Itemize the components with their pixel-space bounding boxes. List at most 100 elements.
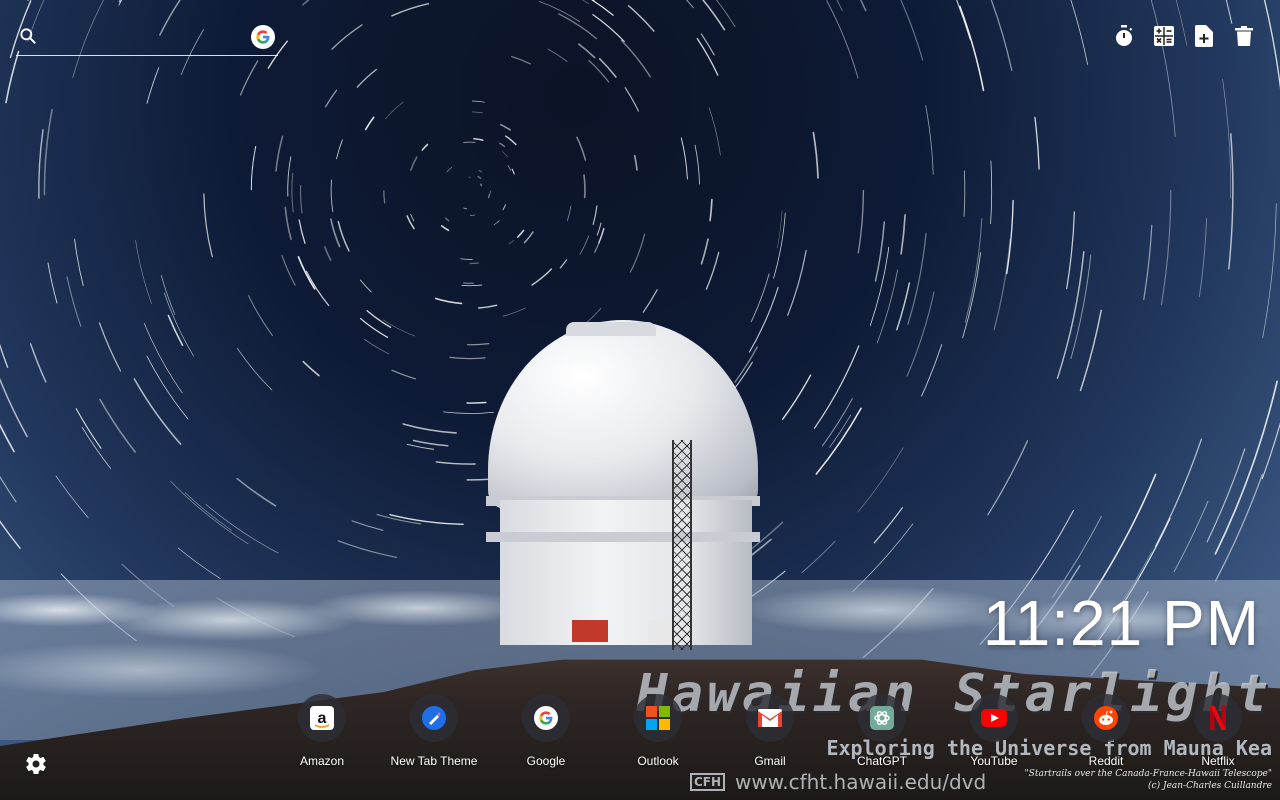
quick-link-label: New Tab Theme [390, 754, 478, 768]
timer-icon[interactable] [1112, 24, 1136, 48]
star-trail [501, 151, 509, 158]
star-trail [291, 172, 294, 213]
star-trail [98, 322, 122, 372]
star-trail [700, 238, 709, 265]
star-trail [477, 304, 498, 309]
star-trail [385, 101, 404, 120]
star-trail [700, 33, 715, 56]
quick-link-google[interactable]: Google [490, 694, 602, 768]
star-trail [236, 477, 277, 507]
star-trail [502, 307, 526, 317]
quick-link-reddit[interactable]: Reddit [1050, 694, 1162, 768]
star-trail [1056, 250, 1085, 379]
quick-link-gmail[interactable]: Gmail [714, 694, 826, 768]
star-trail [1198, 217, 1208, 298]
amazon-icon: a [310, 706, 334, 730]
trash-icon[interactable] [1232, 24, 1256, 48]
star-trail [74, 238, 84, 287]
star-trail [1214, 473, 1263, 582]
star-trail [581, 0, 590, 5]
star-trail [1070, 254, 1092, 359]
star-trail [583, 174, 586, 199]
settings-gear-icon[interactable] [24, 752, 48, 776]
quick-link-outlook[interactable]: Outlook [602, 694, 714, 768]
star-trail [633, 154, 638, 171]
search-icon[interactable] [18, 26, 38, 46]
star-trail [383, 190, 386, 204]
star-trail [135, 240, 152, 305]
calculator-icon[interactable] [1152, 24, 1176, 48]
toolbar [1112, 24, 1256, 48]
star-trail [708, 107, 721, 156]
quick-link-label: Gmail [754, 754, 786, 768]
star-trail [146, 67, 160, 104]
star-trail [500, 123, 511, 131]
star-trail [499, 142, 506, 148]
star-trail [987, 440, 1029, 516]
star-trail [523, 231, 534, 244]
star-trail [620, 39, 651, 78]
star-trail [331, 24, 363, 50]
star-trail [517, 229, 525, 238]
star-trail [466, 401, 487, 404]
star-trail [336, 139, 343, 160]
star-trail [360, 318, 389, 338]
quick-link-chatgpt[interactable]: ChatGPT [826, 694, 938, 768]
star-trail [337, 540, 398, 558]
observatory-dome [486, 320, 760, 650]
star-trail [787, 249, 807, 316]
star-trail [412, 439, 449, 447]
star-trail [1225, 0, 1233, 24]
quick-link-youtube[interactable]: YouTube [938, 694, 1050, 768]
microsoft-icon [646, 706, 670, 730]
star-trail [531, 268, 553, 286]
star-trail [203, 193, 213, 258]
svg-text:a: a [318, 710, 327, 727]
quick-link-label: Google [526, 754, 566, 768]
star-trail [627, 5, 655, 32]
quick-link-amazon[interactable]: a Amazon [266, 694, 378, 768]
star-trail [578, 43, 596, 59]
star-trail [1160, 189, 1172, 306]
star-trail [472, 111, 483, 114]
star-trail [302, 0, 310, 6]
star-trail [1261, 422, 1280, 480]
star-trail [505, 135, 517, 146]
wallpaper: Hawaiian Starlight Exploring the Univers… [0, 0, 1280, 800]
star-trail [163, 292, 194, 357]
star-trail [435, 461, 476, 465]
star-trail [389, 514, 464, 525]
star-trail [421, 143, 429, 151]
gmail-icon [758, 709, 782, 727]
star-trail [1066, 211, 1076, 290]
star-trail [0, 520, 21, 549]
star-trail [118, 0, 123, 6]
star-trail [1262, 203, 1277, 339]
quick-link-new-tab-theme[interactable]: New Tab Theme [378, 694, 490, 768]
search-input[interactable] [46, 26, 242, 50]
quick-link-label: ChatGPT [856, 754, 907, 768]
star-trail [461, 284, 483, 287]
google-icon[interactable] [251, 25, 275, 49]
star-trail [590, 0, 614, 16]
star-trail [1034, 116, 1040, 170]
star-trail [964, 218, 983, 323]
star-trail [302, 360, 320, 377]
star-trail [305, 270, 330, 307]
star-trail [471, 100, 485, 103]
star-trail [177, 547, 221, 579]
star-trail [874, 221, 886, 282]
reddit-icon [1094, 706, 1118, 730]
star-trail [1222, 78, 1232, 199]
star-trail [239, 60, 259, 96]
star-trail [434, 297, 463, 305]
star-trail [547, 48, 568, 62]
new-tab-theme-icon [422, 706, 446, 730]
new-note-icon[interactable] [1192, 24, 1216, 48]
star-trail [873, 507, 904, 544]
star-trail [66, 276, 82, 327]
quick-link-netflix[interactable]: Netflix [1162, 694, 1274, 768]
star-trail [324, 89, 338, 108]
star-trail [409, 156, 418, 171]
star-trail [460, 258, 473, 260]
